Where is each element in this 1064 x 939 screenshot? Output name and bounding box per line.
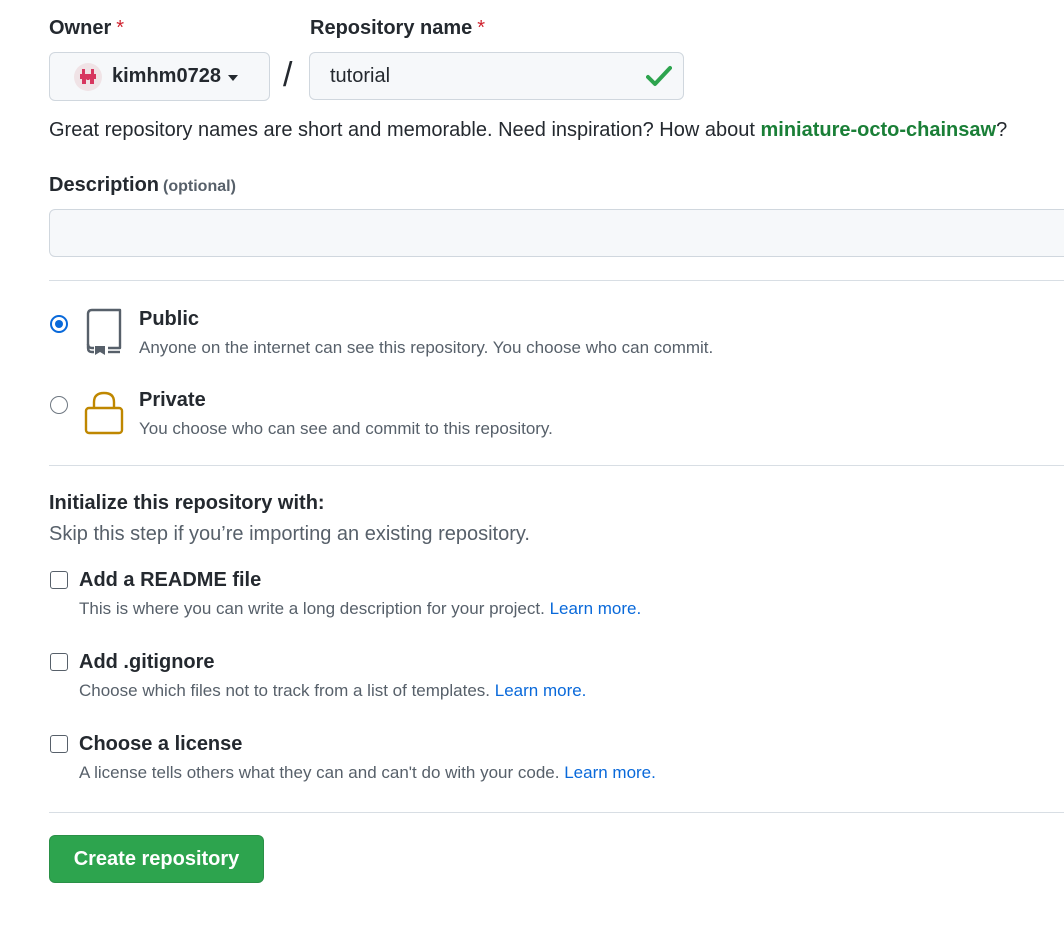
hint-text-end: ? xyxy=(996,119,1008,141)
create-repository-button[interactable]: Create repository xyxy=(49,835,264,883)
add-gitignore-description: Choose which files not to track from a l… xyxy=(79,681,586,701)
description-label-text: Description xyxy=(49,174,160,196)
choose-license-title: Choose a license xyxy=(79,733,243,755)
initialize-section-title: Initialize this repository with: xyxy=(49,492,325,514)
license-learn-more-link[interactable]: Learn more. xyxy=(564,763,656,782)
divider xyxy=(49,280,1064,281)
add-readme-checkbox[interactable] xyxy=(50,571,68,589)
owner-dropdown-button[interactable]: kimhm0728 xyxy=(49,52,270,101)
repository-name-label: Repository name * xyxy=(310,17,485,40)
add-readme-description-text: This is where you can write a long descr… xyxy=(79,599,545,618)
choose-license-description: A license tells others what they can and… xyxy=(79,763,656,783)
suggested-name-link[interactable]: miniature-octo-chainsaw xyxy=(760,119,996,141)
identicon-avatar-icon xyxy=(74,62,102,91)
choose-license-description-text: A license tells others what they can and… xyxy=(79,763,560,782)
chevron-down-icon xyxy=(227,74,238,81)
repo-icon xyxy=(86,308,122,355)
visibility-public-radio[interactable] xyxy=(50,315,68,333)
repository-required-mark: * xyxy=(477,17,486,39)
add-readme-description: This is where you can write a long descr… xyxy=(79,599,641,619)
owner-name: kimhm0728 xyxy=(112,65,221,87)
description-label: Description (optional) xyxy=(49,174,236,197)
add-gitignore-description-text: Choose which files not to track from a l… xyxy=(79,681,491,700)
owner-repo-separator: / xyxy=(283,56,293,94)
divider xyxy=(49,465,1064,466)
add-gitignore-title: Add .gitignore xyxy=(79,651,215,673)
visibility-private-radio[interactable] xyxy=(50,396,68,414)
readme-learn-more-link[interactable]: Learn more. xyxy=(550,599,642,618)
hint-text: Great repository names are short and mem… xyxy=(49,119,761,141)
visibility-private-description: You choose who can see and commit to thi… xyxy=(139,419,553,438)
owner-label-text: Owner xyxy=(49,17,112,39)
choose-license-checkbox[interactable] xyxy=(50,735,68,753)
check-icon xyxy=(646,66,672,86)
repository-name-hint: Great repository names are short and mem… xyxy=(49,119,1007,142)
repository-name-label-text: Repository name xyxy=(310,17,473,39)
description-input[interactable] xyxy=(49,209,1064,257)
initialize-section-subtitle: Skip this step if you’re importing an ex… xyxy=(49,523,530,545)
add-gitignore-checkbox[interactable] xyxy=(50,653,68,671)
visibility-public-description: Anyone on the internet can see this repo… xyxy=(139,338,714,357)
divider xyxy=(49,812,1064,813)
lock-icon xyxy=(84,391,124,435)
create-repository-form: Owner* Repository name* kimhm0728 / Grea… xyxy=(0,0,1064,939)
visibility-public-title: Public xyxy=(139,308,200,330)
visibility-private-title: Private xyxy=(139,389,206,411)
owner-required-mark: * xyxy=(116,17,125,39)
optional-label: (optional) xyxy=(163,178,236,195)
repository-name-input[interactable] xyxy=(309,52,684,100)
gitignore-learn-more-link[interactable]: Learn more. xyxy=(495,681,587,700)
add-readme-title: Add a README file xyxy=(79,569,262,591)
owner-label: Owner * xyxy=(49,17,124,40)
